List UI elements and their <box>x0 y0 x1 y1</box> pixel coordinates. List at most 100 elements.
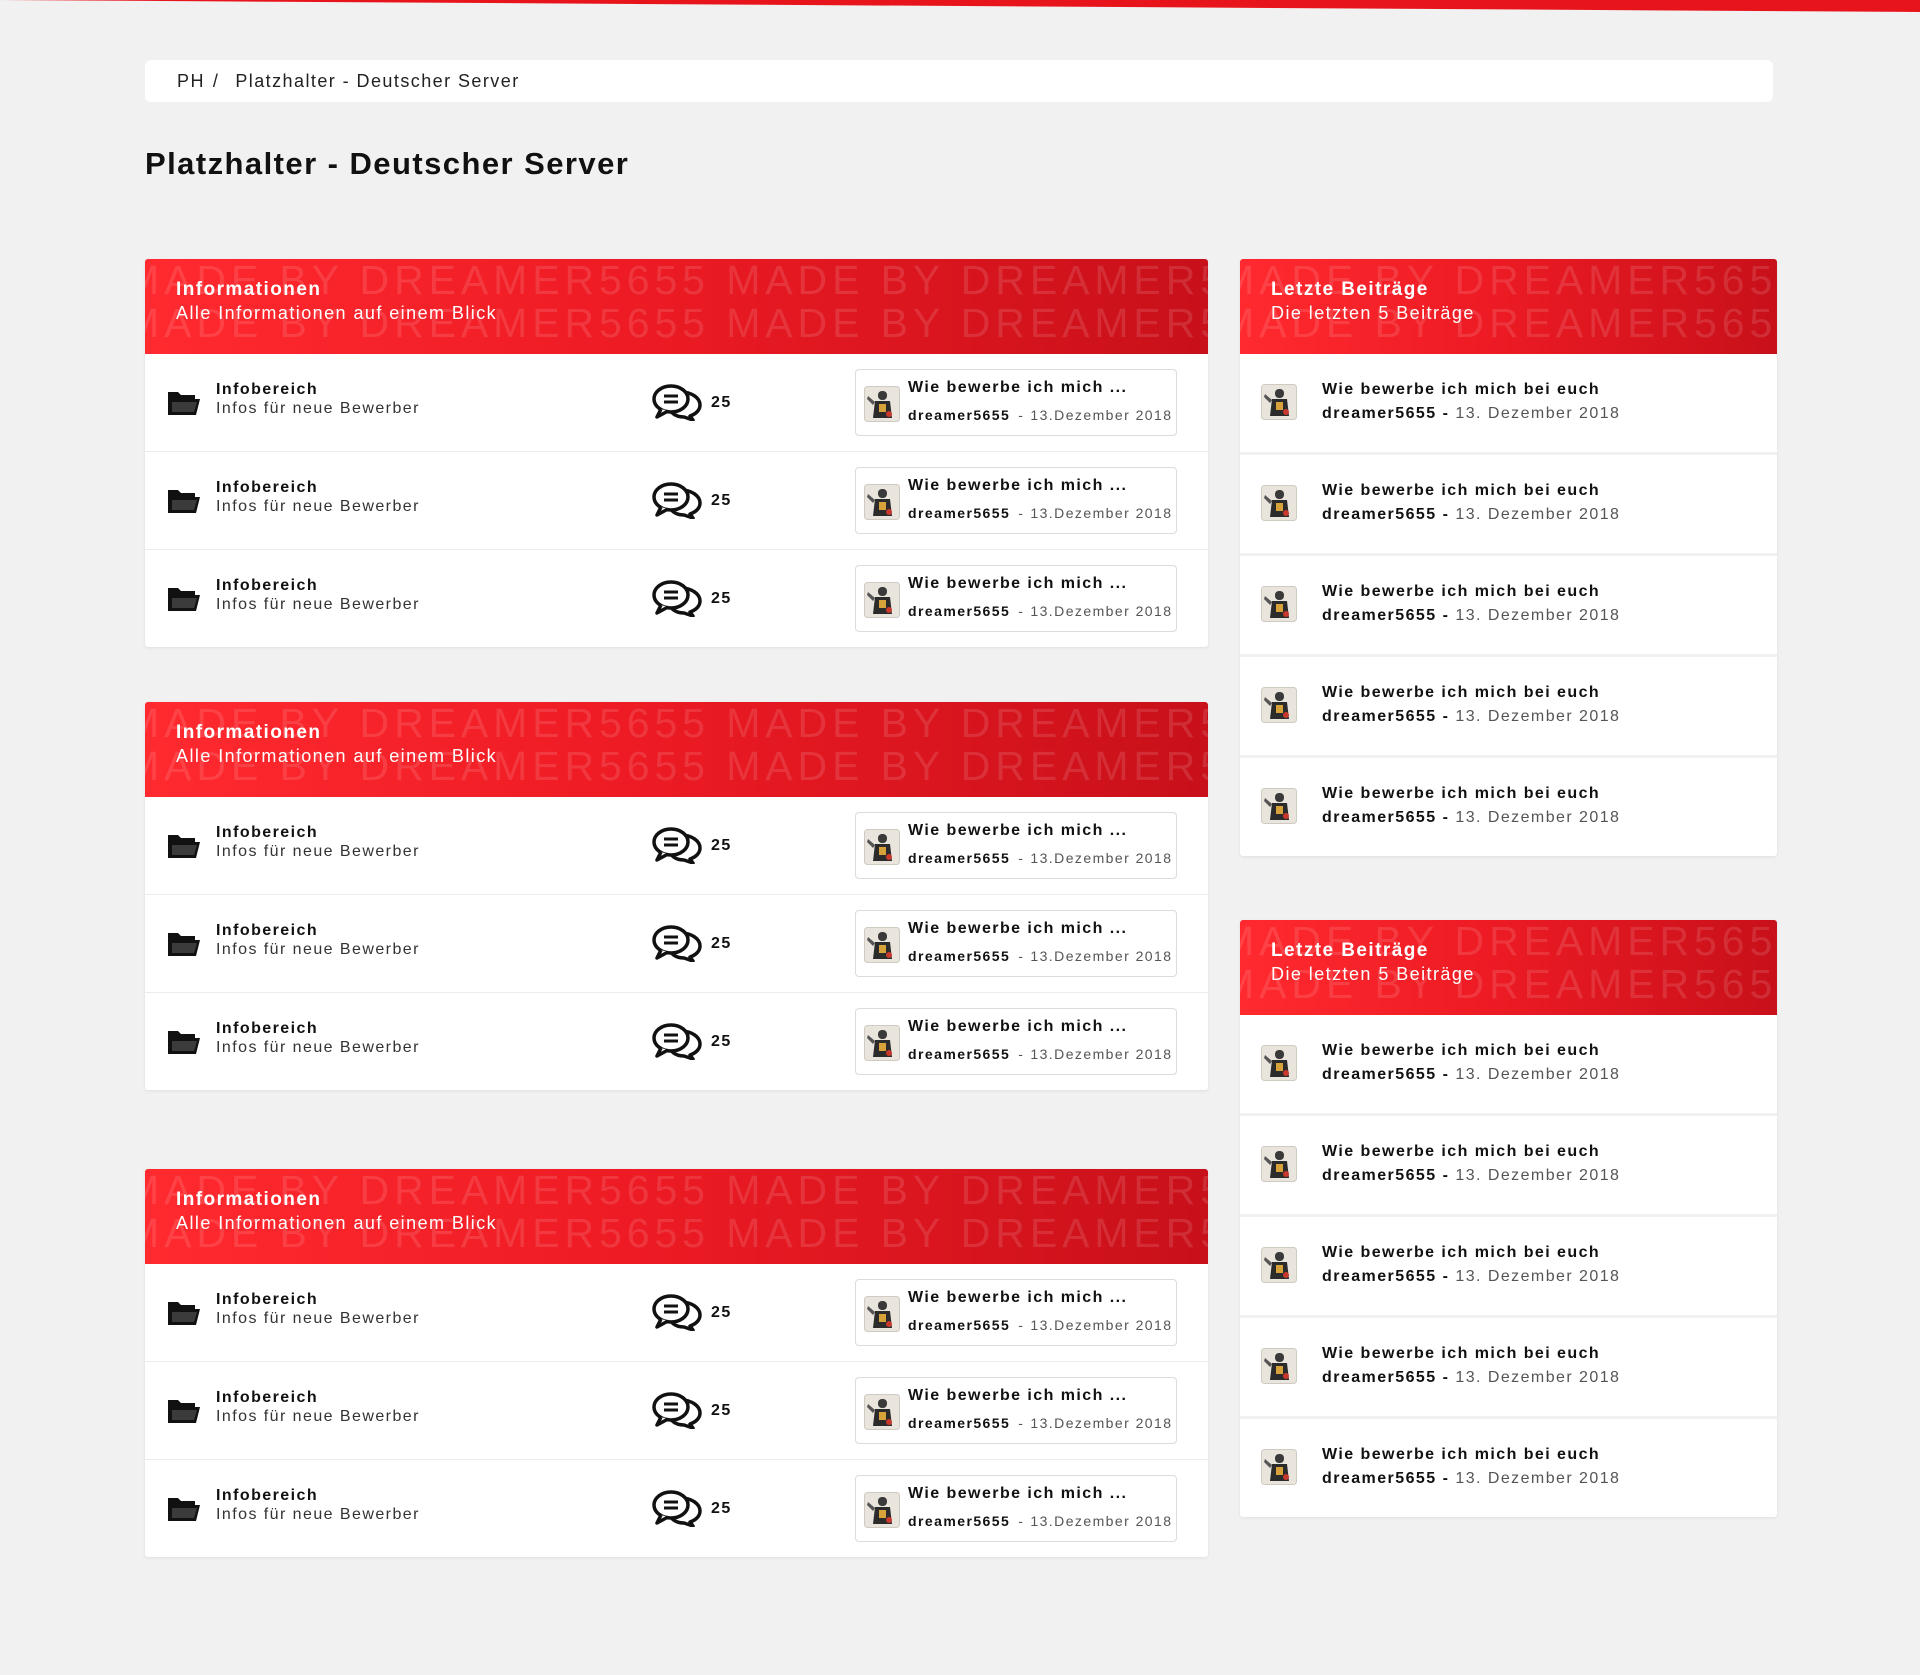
recent-post-date: 13. Dezember 2018 <box>1455 506 1621 523</box>
last-post-box[interactable]: Wie bewerbe ich mich ... dreamer5655-13.D… <box>855 812 1177 879</box>
forum-row[interactable]: Infobereich Infos für neue Bewerber 25 Wi… <box>145 1264 1208 1362</box>
recent-post-item[interactable]: Wie bewerbe ich mich bei euch dreamer5655… <box>1240 455 1777 556</box>
last-post-author-link[interactable]: dreamer5655 <box>908 603 1010 619</box>
last-post-box[interactable]: Wie bewerbe ich mich ... dreamer5655-13.D… <box>855 1475 1177 1542</box>
last-post-title-link[interactable]: Wie bewerbe ich mich ... <box>908 822 1127 840</box>
last-post-box[interactable]: Wie bewerbe ich mich ... dreamer5655-13.D… <box>855 1279 1177 1346</box>
last-post-author-link[interactable]: dreamer5655 <box>908 1415 1010 1431</box>
recent-post-meta: dreamer5655-13. Dezember 2018 <box>1322 405 1620 423</box>
recent-post-author-link[interactable]: dreamer5655 <box>1322 1369 1437 1386</box>
recent-post-title-link[interactable]: Wie bewerbe ich mich bei euch <box>1322 1446 1600 1464</box>
recent-post-title-link[interactable]: Wie bewerbe ich mich bei euch <box>1322 1042 1600 1060</box>
recent-post-item[interactable]: Wie bewerbe ich mich bei euch dreamer5655… <box>1240 1116 1777 1217</box>
user-avatar[interactable] <box>1261 687 1297 723</box>
last-post-box[interactable]: Wie bewerbe ich mich ... dreamer5655-13.D… <box>855 565 1177 632</box>
last-post-author-link[interactable]: dreamer5655 <box>908 505 1010 521</box>
recent-post-title-link[interactable]: Wie bewerbe ich mich bei euch <box>1322 381 1600 399</box>
user-avatar[interactable] <box>1261 1348 1297 1384</box>
recent-post-item[interactable]: Wie bewerbe ich mich bei euch dreamer5655… <box>1240 556 1777 657</box>
recent-post-author-link[interactable]: dreamer5655 <box>1322 1470 1437 1487</box>
recent-post-item[interactable]: Wie bewerbe ich mich bei euch dreamer5655… <box>1240 1217 1777 1318</box>
user-avatar[interactable] <box>1261 384 1297 420</box>
recent-post-item[interactable]: Wie bewerbe ich mich bei euch dreamer5655… <box>1240 1015 1777 1116</box>
recent-post-author-link[interactable]: dreamer5655 <box>1322 1066 1437 1083</box>
user-avatar[interactable] <box>864 582 900 618</box>
last-post-author-link[interactable]: dreamer5655 <box>908 407 1010 423</box>
user-avatar[interactable] <box>864 1492 900 1528</box>
last-post-title-link[interactable]: Wie bewerbe ich mich ... <box>908 920 1127 938</box>
user-avatar[interactable] <box>1261 485 1297 521</box>
recent-post-item[interactable]: Wie bewerbe ich mich bei euch dreamer5655… <box>1240 354 1777 455</box>
last-post-author-link[interactable]: dreamer5655 <box>908 1046 1010 1062</box>
last-post-title-link[interactable]: Wie bewerbe ich mich ... <box>908 379 1127 397</box>
recent-post-title-link[interactable]: Wie bewerbe ich mich bei euch <box>1322 684 1600 702</box>
user-avatar[interactable] <box>1261 586 1297 622</box>
last-post-box[interactable]: Wie bewerbe ich mich ... dreamer5655-13.D… <box>855 1377 1177 1444</box>
user-avatar[interactable] <box>864 1296 900 1332</box>
user-avatar[interactable] <box>1261 1449 1297 1485</box>
user-avatar[interactable] <box>1261 1247 1297 1283</box>
last-post-box[interactable]: Wie bewerbe ich mich ... dreamer5655-13.D… <box>855 369 1177 436</box>
forum-row[interactable]: Infobereich Infos für neue Bewerber 25 Wi… <box>145 993 1208 1090</box>
last-post-author-link[interactable]: dreamer5655 <box>908 1513 1010 1529</box>
last-post-author-link[interactable]: dreamer5655 <box>908 948 1010 964</box>
panel-subtitle: Alle Informationen auf einem Blick <box>176 303 498 323</box>
forum-row[interactable]: Infobereich Infos für neue Bewerber 25 Wi… <box>145 1362 1208 1460</box>
forum-row[interactable]: Infobereich Infos für neue Bewerber 25 Wi… <box>145 550 1208 647</box>
forum-row[interactable]: Infobereich Infos für neue Bewerber 25 Wi… <box>145 354 1208 452</box>
forum-name-link[interactable]: Infobereich <box>216 922 318 940</box>
recent-post-author-link[interactable]: dreamer5655 <box>1322 405 1437 422</box>
recent-post-author-link[interactable]: dreamer5655 <box>1322 607 1437 624</box>
user-avatar[interactable] <box>864 1394 900 1430</box>
user-avatar[interactable] <box>864 386 900 422</box>
user-avatar[interactable] <box>864 484 900 520</box>
last-post-title-link[interactable]: Wie bewerbe ich mich ... <box>908 575 1127 593</box>
forum-name-link[interactable]: Infobereich <box>216 1020 318 1038</box>
user-avatar[interactable] <box>864 927 900 963</box>
user-avatar[interactable] <box>864 1025 900 1061</box>
user-avatar[interactable] <box>864 829 900 865</box>
forum-description: Infos für neue Bewerber <box>216 1039 420 1056</box>
last-post-box[interactable]: Wie bewerbe ich mich ... dreamer5655-13.D… <box>855 910 1177 977</box>
recent-post-title-link[interactable]: Wie bewerbe ich mich bei euch <box>1322 583 1600 601</box>
breadcrumb-root-link[interactable]: PH <box>177 71 205 92</box>
forum-row[interactable]: Infobereich Infos für neue Bewerber 25 Wi… <box>145 895 1208 993</box>
recent-post-title-link[interactable]: Wie bewerbe ich mich bei euch <box>1322 1345 1600 1363</box>
forum-row[interactable]: Infobereich Infos für neue Bewerber 25 Wi… <box>145 797 1208 895</box>
forum-name-link[interactable]: Infobereich <box>216 824 318 842</box>
forum-row[interactable]: Infobereich Infos für neue Bewerber 25 Wi… <box>145 1460 1208 1557</box>
last-post-title-link[interactable]: Wie bewerbe ich mich ... <box>908 1485 1127 1503</box>
last-post-box[interactable]: Wie bewerbe ich mich ... dreamer5655-13.D… <box>855 467 1177 534</box>
last-post-author-link[interactable]: dreamer5655 <box>908 1317 1010 1333</box>
recent-post-date: 13. Dezember 2018 <box>1455 1470 1621 1487</box>
recent-post-author-link[interactable]: dreamer5655 <box>1322 506 1437 523</box>
recent-post-title-link[interactable]: Wie bewerbe ich mich bei euch <box>1322 785 1600 803</box>
last-post-title-link[interactable]: Wie bewerbe ich mich ... <box>908 477 1127 495</box>
recent-post-author-link[interactable]: dreamer5655 <box>1322 708 1437 725</box>
forum-name-link[interactable]: Infobereich <box>216 381 318 399</box>
recent-post-title-link[interactable]: Wie bewerbe ich mich bei euch <box>1322 1143 1600 1161</box>
forum-row[interactable]: Infobereich Infos für neue Bewerber 25 Wi… <box>145 452 1208 550</box>
recent-post-author-link[interactable]: dreamer5655 <box>1322 809 1437 826</box>
recent-post-item[interactable]: Wie bewerbe ich mich bei euch dreamer5655… <box>1240 1318 1777 1419</box>
forum-name-link[interactable]: Infobereich <box>216 1389 318 1407</box>
forum-name-link[interactable]: Infobereich <box>216 577 318 595</box>
forum-name-link[interactable]: Infobereich <box>216 479 318 497</box>
last-post-title-link[interactable]: Wie bewerbe ich mich ... <box>908 1018 1127 1036</box>
last-post-title-link[interactable]: Wie bewerbe ich mich ... <box>908 1289 1127 1307</box>
recent-post-title-link[interactable]: Wie bewerbe ich mich bei euch <box>1322 482 1600 500</box>
forum-name-link[interactable]: Infobereich <box>216 1291 318 1309</box>
last-post-title-link[interactable]: Wie bewerbe ich mich ... <box>908 1387 1127 1405</box>
recent-post-author-link[interactable]: dreamer5655 <box>1322 1268 1437 1285</box>
user-avatar[interactable] <box>1261 788 1297 824</box>
recent-post-title-link[interactable]: Wie bewerbe ich mich bei euch <box>1322 1244 1600 1262</box>
last-post-box[interactable]: Wie bewerbe ich mich ... dreamer5655-13.D… <box>855 1008 1177 1075</box>
user-avatar[interactable] <box>1261 1146 1297 1182</box>
recent-post-item[interactable]: Wie bewerbe ich mich bei euch dreamer5655… <box>1240 758 1777 856</box>
recent-post-item[interactable]: Wie bewerbe ich mich bei euch dreamer5655… <box>1240 1419 1777 1517</box>
recent-post-item[interactable]: Wie bewerbe ich mich bei euch dreamer5655… <box>1240 657 1777 758</box>
forum-name-link[interactable]: Infobereich <box>216 1487 318 1505</box>
last-post-author-link[interactable]: dreamer5655 <box>908 850 1010 866</box>
recent-post-author-link[interactable]: dreamer5655 <box>1322 1167 1437 1184</box>
user-avatar[interactable] <box>1261 1045 1297 1081</box>
